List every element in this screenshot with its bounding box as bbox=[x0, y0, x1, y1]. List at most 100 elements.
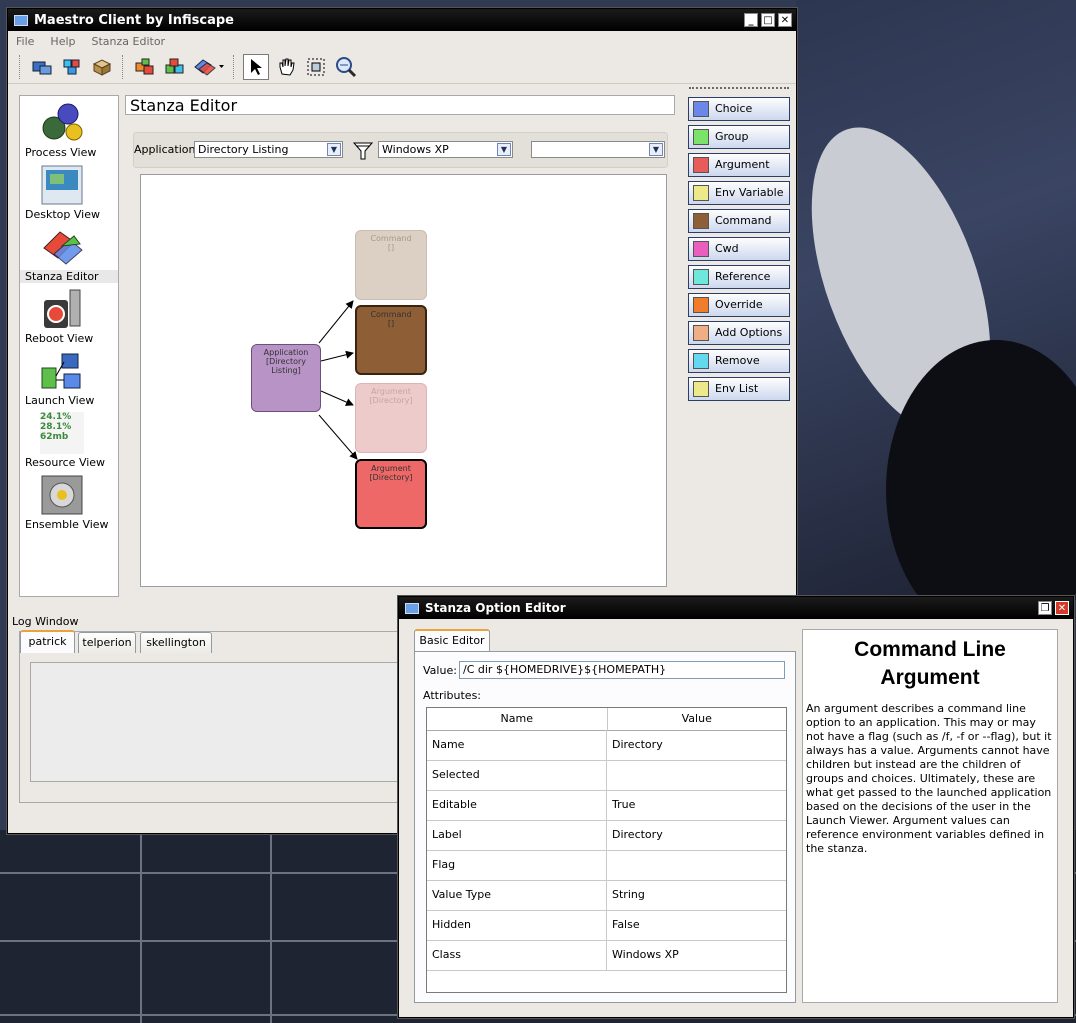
table-row[interactable]: Selected bbox=[427, 760, 786, 791]
main-titlebar[interactable]: Maestro Client by Infiscape _ □ ✕ bbox=[8, 9, 796, 31]
log-window-label: Log Window bbox=[12, 615, 79, 628]
graph-node-argument-selected[interactable]: Argument [Directory] bbox=[355, 459, 427, 529]
attr-name: Flag bbox=[427, 850, 607, 880]
env-variable-swatch bbox=[693, 185, 709, 201]
minimize-button[interactable]: _ bbox=[744, 13, 758, 27]
attr-value[interactable]: String bbox=[607, 880, 786, 910]
tab-basic-editor[interactable]: Basic Editor bbox=[414, 629, 490, 652]
chevron-down-icon[interactable]: ▼ bbox=[497, 143, 511, 156]
palette-env-variable-button[interactable]: Env Variable bbox=[688, 181, 790, 205]
zoom-icon[interactable] bbox=[333, 54, 359, 80]
palette-remove-option-button[interactable]: Remove Option bbox=[688, 349, 790, 389]
attr-value[interactable] bbox=[607, 850, 786, 880]
attr-value[interactable]: True bbox=[607, 790, 786, 820]
edge-app-argument-ghost bbox=[320, 390, 354, 406]
graph-node-argument-ghost[interactable]: Argument [Directory] bbox=[355, 383, 427, 453]
graph-node-command-ghost[interactable]: Command [] bbox=[355, 230, 427, 300]
attr-value[interactable]: Directory bbox=[607, 820, 786, 850]
node-name: [Directory Listing] bbox=[266, 357, 306, 375]
zoom-fit-icon[interactable] bbox=[303, 54, 329, 80]
palette-label: Add Options bbox=[715, 326, 783, 339]
attr-value[interactable]: False bbox=[607, 910, 786, 940]
pointer-icon[interactable] bbox=[243, 54, 269, 80]
graph-node-command[interactable]: Command [] bbox=[355, 305, 427, 375]
edge-app-argument bbox=[318, 414, 358, 460]
tab-skellington[interactable]: skellington bbox=[140, 632, 212, 653]
palette-command-button[interactable]: Command bbox=[688, 209, 790, 233]
log-output[interactable] bbox=[30, 662, 404, 782]
value-field[interactable]: /C dir ${HOMEDRIVE}${HOMEPATH} bbox=[459, 661, 785, 679]
edit-stanza-icon[interactable] bbox=[192, 54, 226, 80]
filter-icon bbox=[352, 142, 374, 160]
attr-name: Editable bbox=[427, 790, 607, 820]
chevron-down-icon[interactable]: ▼ bbox=[327, 143, 341, 156]
maximize-button[interactable]: □ bbox=[761, 13, 775, 27]
stanza-graph-canvas[interactable]: Application [Directory Listing] Command … bbox=[140, 174, 667, 587]
add-options-swatch bbox=[693, 325, 709, 341]
menu-bar: File Help Stanza Editor bbox=[8, 31, 796, 51]
table-row[interactable]: Class Windows XP bbox=[427, 940, 786, 971]
stanza-editor-title: Stanza Editor bbox=[125, 95, 675, 115]
secondary-filter-select[interactable]: ▼ bbox=[531, 141, 665, 158]
package-icon[interactable] bbox=[89, 54, 115, 80]
attr-value[interactable]: Directory bbox=[607, 730, 786, 760]
palette-override-button[interactable]: Override bbox=[688, 293, 790, 317]
chevron-down-icon[interactable]: ▼ bbox=[649, 143, 663, 156]
column-header-value[interactable]: Value bbox=[608, 708, 787, 730]
palette-cwd-button[interactable]: Cwd bbox=[688, 237, 790, 261]
ensemble-icon bbox=[41, 475, 83, 515]
value-label: Value: bbox=[423, 664, 457, 677]
graph-node-application[interactable]: Application [Directory Listing] bbox=[251, 344, 321, 412]
attr-value[interactable]: Windows XP bbox=[607, 940, 786, 970]
palette-grip[interactable] bbox=[689, 87, 789, 91]
table-row[interactable]: Flag bbox=[427, 850, 786, 881]
application-select[interactable]: Directory Listing ▼ bbox=[194, 141, 343, 158]
menu-file[interactable]: File bbox=[16, 35, 34, 48]
column-header-name[interactable]: Name bbox=[427, 708, 608, 730]
table-row[interactable]: Value Type String bbox=[427, 880, 786, 911]
connect-icon[interactable] bbox=[29, 54, 55, 80]
menu-stanza-editor[interactable]: Stanza Editor bbox=[92, 35, 166, 48]
cwd-swatch bbox=[693, 241, 709, 257]
palette-env-list-button[interactable]: Env List bbox=[688, 377, 790, 401]
view-item-launch[interactable]: Launch View bbox=[20, 350, 118, 410]
palette-argument-button[interactable]: Argument bbox=[688, 153, 790, 177]
view-item-process[interactable]: Process View bbox=[20, 102, 118, 162]
palette-label: Choice bbox=[715, 102, 753, 115]
view-label: Reboot View bbox=[25, 332, 94, 345]
view-item-ensemble[interactable]: Ensemble View bbox=[20, 474, 118, 534]
platform-select[interactable]: Windows XP ▼ bbox=[378, 141, 513, 158]
blocks-icon[interactable] bbox=[59, 54, 85, 80]
view-item-resource[interactable]: 24.1% 28.1% 62mb Resource View bbox=[20, 412, 118, 472]
add-stanza-icon[interactable] bbox=[132, 54, 158, 80]
palette-group-button[interactable]: Group bbox=[688, 125, 790, 149]
palette-label: Reference bbox=[715, 270, 771, 283]
attr-name: Name bbox=[427, 730, 607, 760]
table-row[interactable]: Editable True bbox=[427, 790, 786, 821]
close-button[interactable]: ✕ bbox=[778, 13, 792, 27]
palette-reference-button[interactable]: Reference bbox=[688, 265, 790, 289]
table-row[interactable]: Label Directory bbox=[427, 820, 786, 851]
attr-value[interactable] bbox=[607, 760, 786, 790]
tab-telperion[interactable]: telperion bbox=[78, 632, 136, 653]
override-swatch bbox=[693, 297, 709, 313]
menu-help[interactable]: Help bbox=[50, 35, 75, 48]
grid-line bbox=[270, 830, 272, 1023]
palette-choice-button[interactable]: Choice bbox=[688, 97, 790, 121]
tab-patrick[interactable]: patrick bbox=[20, 630, 75, 653]
palette-label: Argument bbox=[715, 158, 770, 171]
table-row[interactable]: Name Directory bbox=[427, 730, 786, 761]
attr-name: Value Type bbox=[427, 880, 607, 910]
table-row[interactable]: Hidden False bbox=[427, 910, 786, 941]
blocks-multi-icon[interactable] bbox=[162, 54, 188, 80]
view-item-desktop[interactable]: Desktop View bbox=[20, 164, 118, 224]
dialog-close-button[interactable]: ✕ bbox=[1055, 601, 1069, 615]
view-item-stanza-editor[interactable]: Stanza Editor bbox=[20, 226, 118, 286]
app-window-icon bbox=[14, 14, 28, 26]
view-item-reboot[interactable]: Reboot View bbox=[20, 288, 118, 348]
palette-add-options-button[interactable]: Add Options bbox=[688, 321, 790, 345]
restore-button[interactable]: ❐ bbox=[1038, 601, 1052, 615]
hand-icon[interactable] bbox=[273, 54, 299, 80]
dialog-titlebar[interactable]: Stanza Option Editor ❐ ✕ bbox=[399, 597, 1073, 619]
resource-icon: 24.1% 28.1% 62mb bbox=[40, 412, 84, 454]
